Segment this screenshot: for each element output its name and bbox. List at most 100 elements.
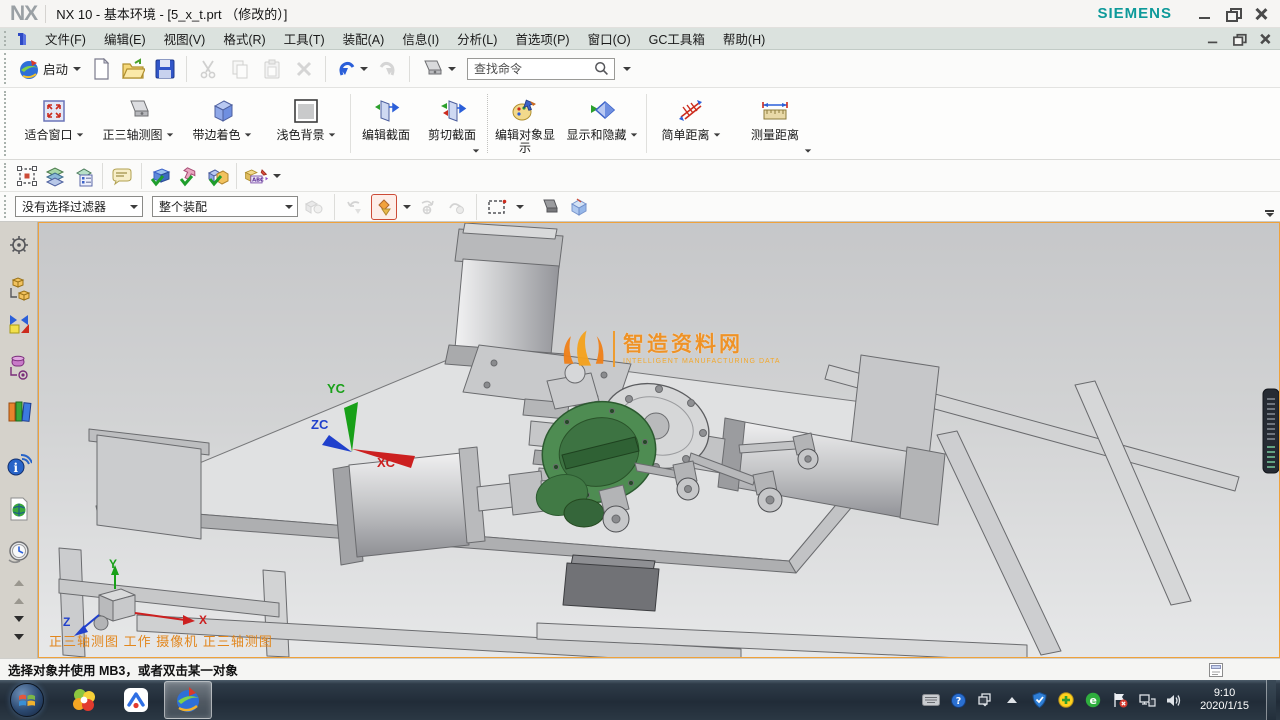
wcs-y-label[interactable]: YC xyxy=(327,381,345,396)
validate-block-button[interactable] xyxy=(148,163,174,189)
command-search-input[interactable] xyxy=(467,58,615,80)
chevron-down-icon[interactable] xyxy=(244,133,250,136)
menu-information[interactable]: 信息(I) xyxy=(393,28,448,49)
taskbar-app-browser[interactable] xyxy=(60,681,108,719)
save-button[interactable] xyxy=(150,54,180,84)
network-icon[interactable] xyxy=(1138,691,1156,709)
open-button[interactable] xyxy=(118,54,148,84)
show-desktop-button[interactable] xyxy=(1266,680,1276,720)
menu-file[interactable]: 文件(F) xyxy=(36,28,95,49)
chevron-down-icon[interactable] xyxy=(273,174,281,178)
menu-assemblies[interactable]: 装配(A) xyxy=(334,28,394,49)
constraint-navigator-button[interactable] xyxy=(4,308,34,338)
toolbar-grip[interactable] xyxy=(4,53,10,84)
volume-icon[interactable] xyxy=(1165,691,1183,709)
render-style-button[interactable] xyxy=(416,54,459,84)
history-button[interactable] xyxy=(4,538,34,568)
validate-tool-button[interactable] xyxy=(176,163,202,189)
part-navigator-button[interactable] xyxy=(4,352,34,382)
graphics-viewport[interactable]: YC ZC XC Y Z X 正三轴测图 工作 摄像机 正三轴测图 智造资料网 … xyxy=(38,222,1280,658)
taskbar-clock[interactable]: 9:10 2020/1/15 xyxy=(1192,687,1257,713)
cut-button[interactable] xyxy=(193,54,223,84)
chevron-down-icon[interactable] xyxy=(805,149,811,152)
reuse-library-button[interactable] xyxy=(4,396,34,426)
delete-button[interactable] xyxy=(289,54,319,84)
shaded-with-edges-button[interactable]: 带边着色 xyxy=(180,88,264,159)
menu-view[interactable]: 视图(V) xyxy=(155,28,215,49)
search-icon[interactable] xyxy=(594,61,609,76)
browser-e-icon[interactable]: e xyxy=(1084,691,1102,709)
resource-expand-icon[interactable] xyxy=(14,616,24,622)
dialog-rail-icon[interactable] xyxy=(1208,662,1224,681)
copy-button[interactable] xyxy=(225,54,255,84)
show-hide-button[interactable]: 显示和隐藏 xyxy=(560,88,644,159)
keyboard-icon[interactable] xyxy=(922,691,940,709)
menu-gc-toolbox[interactable]: GC工具箱 xyxy=(640,28,714,49)
menu-tools[interactable]: 工具(T) xyxy=(275,28,334,49)
mdi-restore-button[interactable] xyxy=(1233,33,1245,43)
start-menu-button[interactable]: 启动 xyxy=(14,54,84,84)
resource-scroll-up2-icon[interactable] xyxy=(14,598,24,604)
chevron-down-icon[interactable] xyxy=(630,133,636,136)
taskbar-app-netdisk[interactable] xyxy=(112,681,160,719)
undo-button[interactable] xyxy=(332,54,371,84)
action-center-flag-icon[interactable] xyxy=(1111,691,1129,709)
menu-edit[interactable]: 编辑(E) xyxy=(95,28,155,49)
new-file-button[interactable] xyxy=(86,54,116,84)
resource-expand2-icon[interactable] xyxy=(14,634,24,640)
web-browser-button[interactable] xyxy=(4,494,34,524)
toolbar-grip[interactable] xyxy=(4,195,10,218)
chevron-down-icon[interactable] xyxy=(76,133,82,136)
menu-analysis[interactable]: 分析(L) xyxy=(448,28,506,49)
light-background-button[interactable]: 浅色背景 xyxy=(264,88,348,159)
chevron-down-icon[interactable] xyxy=(473,149,479,152)
menu-preferences[interactable]: 首选项(P) xyxy=(506,28,578,49)
chevron-down-icon[interactable] xyxy=(166,133,172,136)
wcs-x-label[interactable]: XC xyxy=(377,455,395,470)
mdi-close-button[interactable] xyxy=(1259,33,1271,43)
simple-distance-button[interactable]: 简单距离 xyxy=(649,88,733,159)
edit-object-display-button[interactable]: 编辑对象显示 xyxy=(490,88,560,159)
layer-settings-button[interactable] xyxy=(42,163,68,189)
hd3d-tools-button[interactable]: i xyxy=(4,450,34,480)
taskbar-app-nx[interactable] xyxy=(164,681,212,719)
drag-component-button[interactable] xyxy=(443,194,469,220)
toolbar-grip[interactable] xyxy=(4,91,10,156)
select-within-assembly-button[interactable] xyxy=(301,194,327,220)
mdi-minimize-button[interactable] xyxy=(1207,33,1219,43)
selection-scope-dropdown[interactable]: 整个装配 xyxy=(152,196,298,217)
object-name-display-button[interactable]: ABC xyxy=(243,163,269,189)
fit-window-button[interactable]: 适合窗口 xyxy=(12,88,96,159)
toolbar-grip[interactable] xyxy=(4,31,10,46)
wcs-z-label[interactable]: ZC xyxy=(311,417,328,432)
start-button[interactable] xyxy=(10,683,44,717)
redo-button[interactable] xyxy=(373,54,403,84)
minimize-button[interactable] xyxy=(1198,8,1212,20)
window-switch-icon[interactable] xyxy=(976,691,994,709)
antivirus-plus-icon[interactable] xyxy=(1057,691,1075,709)
snap-point-button[interactable] xyxy=(371,194,397,220)
validate-assembly-button[interactable] xyxy=(204,163,230,189)
close-button[interactable] xyxy=(1254,8,1268,20)
show-hidden-icons[interactable] xyxy=(1003,691,1021,709)
measure-distance-button[interactable]: 测量距离 xyxy=(733,88,817,159)
menu-window[interactable]: 窗口(O) xyxy=(579,28,640,49)
menu-format[interactable]: 格式(R) xyxy=(214,28,274,49)
work-view-cube-button[interactable] xyxy=(566,194,592,220)
assembly-navigator-button[interactable] xyxy=(4,274,34,304)
paste-button[interactable] xyxy=(257,54,287,84)
toolbar-grip[interactable] xyxy=(4,163,10,188)
menu-help[interactable]: 帮助(H) xyxy=(714,28,774,49)
help-icon[interactable]: ? xyxy=(949,691,967,709)
resource-scroll-up-icon[interactable] xyxy=(14,580,24,586)
chevron-down-icon[interactable] xyxy=(328,133,334,136)
trimetric-view-button[interactable]: 正三轴测图 xyxy=(96,88,180,159)
roles-gear-button[interactable] xyxy=(4,230,34,260)
edit-section-button[interactable]: 编辑截面 xyxy=(353,88,419,159)
snap-point-prev-button[interactable] xyxy=(342,194,368,220)
chevron-down-icon[interactable] xyxy=(713,133,719,136)
rotate-point-button[interactable] xyxy=(414,194,440,220)
chevron-down-icon[interactable] xyxy=(516,205,524,209)
restore-button[interactable] xyxy=(1226,8,1240,20)
security-shield-icon[interactable] xyxy=(1030,691,1048,709)
